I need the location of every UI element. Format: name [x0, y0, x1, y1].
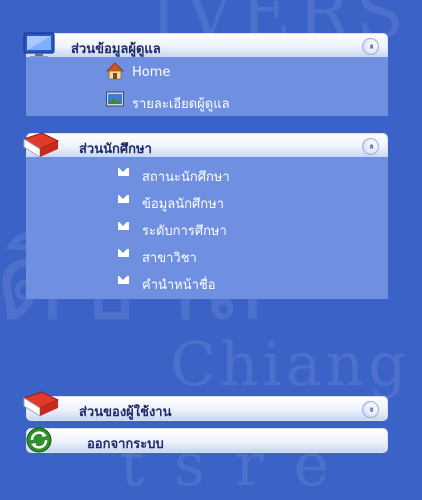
- watermark: Chiang M: [170, 330, 422, 400]
- menu-item-label: ระดับการศึกษา: [142, 224, 227, 239]
- student-section-body: สถานะนักศึกษา ข้อมูลนักศึกษา ระดับการศึก…: [26, 157, 388, 299]
- expand-icon[interactable]: »: [362, 401, 379, 418]
- menu-item-label: ข้อมูลนักศึกษา: [142, 197, 224, 212]
- home-icon: [106, 62, 124, 80]
- user-section-title: ส่วนของผู้ใช้งาน: [79, 405, 172, 420]
- menu-item-label: สถานะนักศึกษา: [142, 170, 230, 185]
- student-section-title: ส่วนนักศึกษา: [79, 142, 152, 157]
- collapse-icon[interactable]: «: [362, 138, 379, 155]
- book-icon: [22, 391, 60, 417]
- logout-button[interactable]: ออกจากระบบ: [26, 428, 388, 453]
- menu-item-label: Home: [132, 65, 171, 80]
- logout-title: ออกจากระบบ: [87, 437, 164, 452]
- menu-item-label: คำนำหน้าชื่อ: [142, 278, 216, 293]
- menu-item-label: สาขาวิชา: [142, 251, 197, 266]
- admin-section-header[interactable]: ส่วนข้อมูลผู้ดูแล «: [26, 33, 388, 58]
- collapse-icon[interactable]: «: [362, 38, 379, 55]
- admin-section-title: ส่วนข้อมูลผู้ดูแล: [71, 42, 161, 57]
- mail-icon: [118, 195, 129, 203]
- user-section-header[interactable]: ส่วนของผู้ใช้งาน »: [26, 396, 388, 421]
- refresh-icon: [26, 427, 52, 453]
- student-section-header[interactable]: ส่วนนักศึกษา «: [26, 133, 388, 158]
- mail-icon: [118, 249, 129, 257]
- picture-icon: [106, 91, 124, 107]
- mail-icon: [118, 276, 129, 284]
- admin-section-body: Home รายละเอียดผู้ดูแล: [26, 57, 388, 116]
- mail-icon: [118, 168, 129, 176]
- mail-icon: [118, 222, 129, 230]
- sidebar-panel: IVERS ดิขาลั Chiang M tsre ส่วนข้อมูลผู้…: [0, 0, 422, 500]
- menu-item-label: รายละเอียดผู้ดูแล: [132, 97, 230, 112]
